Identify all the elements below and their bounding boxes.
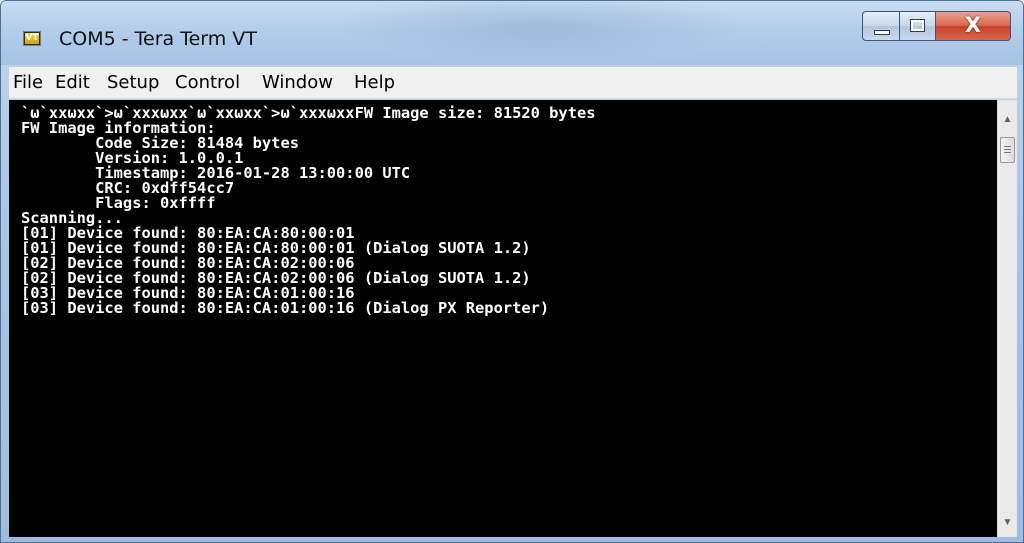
maximize-button[interactable] [899,11,936,41]
close-button[interactable]: X [935,11,1011,41]
menu-file[interactable]: File [13,72,43,93]
menu-window[interactable]: Window [262,72,333,93]
menu-bar: File Edit Setup Control Window Help [9,67,1017,99]
menu-help[interactable]: Help [354,72,395,93]
menu-control[interactable]: Control [175,72,240,93]
minimize-button[interactable] [862,11,900,41]
maximize-icon [910,19,925,32]
scroll-down-arrow-icon[interactable]: ▼ [998,513,1017,533]
title-bar[interactable]: VT COM5 - Tera Term VT X [1,1,1023,65]
minimize-icon [874,30,890,35]
close-icon: X [964,13,982,37]
app-icon-label: VT [25,33,39,44]
scrollbar-thumb[interactable] [1000,137,1015,163]
title-bar-glass [331,1,751,63]
terminal-screen[interactable]: `ω`xxωxx`>ω`xxxωxx`ω`xxωxx`>ω`xxxωxxFW I… [9,100,997,537]
window-title: COM5 - Tera Term VT [59,28,257,50]
vertical-scrollbar[interactable]: ▲ ▼ [997,100,1017,537]
tera-term-window: VT COM5 - Tera Term VT X File Edit Setup… [0,0,1024,543]
scroll-up-arrow-icon[interactable]: ▲ [998,110,1017,130]
tera-term-app-icon[interactable]: VT [23,31,41,46]
menu-edit[interactable]: Edit [55,72,90,93]
terminal-line: [03] Device found: 80:EA:CA:01:00:16 (Di… [21,299,550,317]
menu-setup[interactable]: Setup [107,72,159,93]
